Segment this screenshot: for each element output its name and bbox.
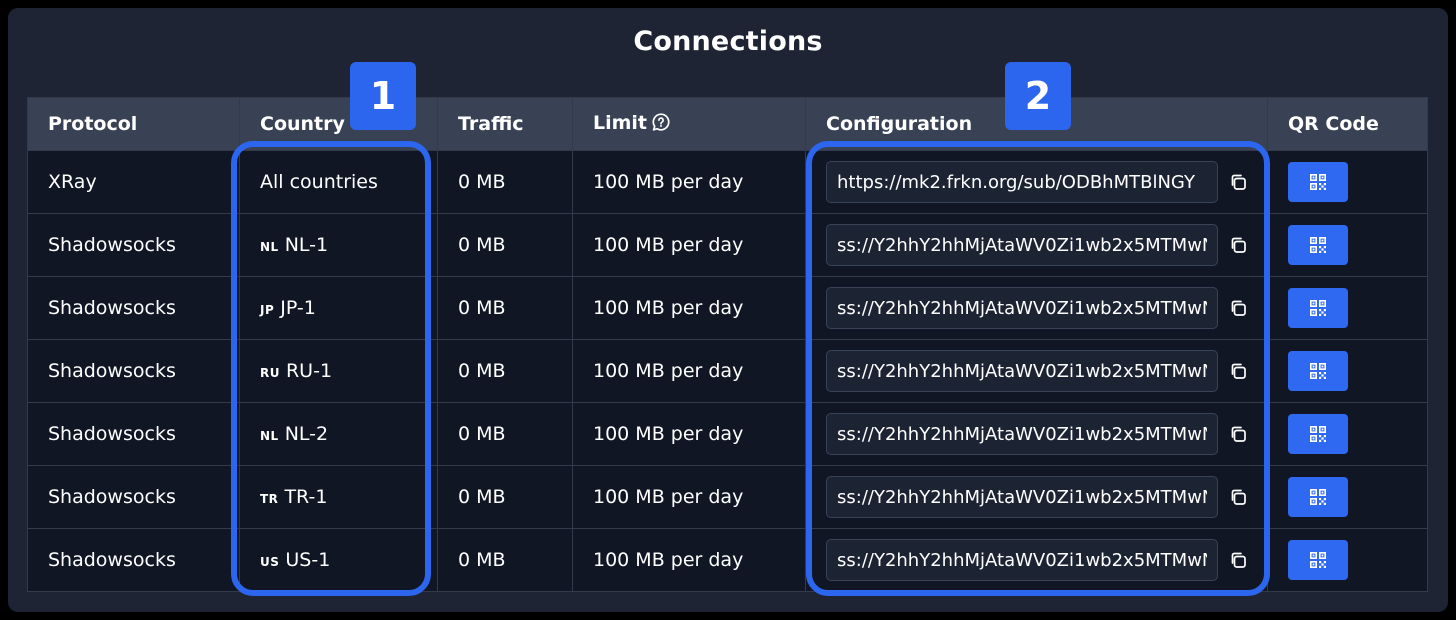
cell-qr-code [1267, 150, 1428, 214]
cell-qr-code [1267, 465, 1428, 529]
cell-protocol: Shadowsocks [27, 339, 240, 403]
qr-code-icon [1308, 550, 1328, 570]
annotation-outline-configuration [806, 141, 1270, 596]
header-protocol: Protocol [27, 97, 240, 151]
help-bubble-icon[interactable] [651, 112, 671, 137]
cell-qr-code [1267, 213, 1428, 277]
qr-code-icon [1308, 361, 1328, 381]
cell-limit: 100 MB per day [572, 465, 806, 529]
qr-code-button[interactable] [1288, 162, 1348, 202]
cell-qr-code [1267, 402, 1428, 466]
qr-code-button[interactable] [1288, 351, 1348, 391]
qr-code-icon [1308, 172, 1328, 192]
cell-qr-code [1267, 528, 1428, 592]
cell-limit: 100 MB per day [572, 276, 806, 340]
cell-qr-code [1267, 276, 1428, 340]
page-title: Connections [633, 26, 823, 57]
header-limit: Limit [572, 97, 806, 151]
cell-traffic: 0 MB [437, 276, 573, 340]
qr-code-button[interactable] [1288, 477, 1348, 517]
cell-traffic: 0 MB [437, 465, 573, 529]
annotation-badge-1: 1 [350, 62, 416, 130]
annotation-badge-2: 2 [1005, 62, 1071, 130]
cell-limit: 100 MB per day [572, 150, 806, 214]
cell-limit: 100 MB per day [572, 339, 806, 403]
qr-code-icon [1308, 298, 1328, 318]
header-traffic: Traffic [437, 97, 573, 151]
cell-traffic: 0 MB [437, 528, 573, 592]
qr-code-button[interactable] [1288, 540, 1348, 580]
cell-protocol: Shadowsocks [27, 213, 240, 277]
cell-protocol: XRay [27, 150, 240, 214]
cell-limit: 100 MB per day [572, 402, 806, 466]
qr-code-button[interactable] [1288, 288, 1348, 328]
cell-traffic: 0 MB [437, 213, 573, 277]
cell-traffic: 0 MB [437, 339, 573, 403]
cell-qr-code [1267, 339, 1428, 403]
cell-protocol: Shadowsocks [27, 402, 240, 466]
qr-code-icon [1308, 424, 1328, 444]
cell-protocol: Shadowsocks [27, 276, 240, 340]
header-qr-code: QR Code [1267, 97, 1428, 151]
cell-protocol: Shadowsocks [27, 465, 240, 529]
cell-protocol: Shadowsocks [27, 528, 240, 592]
qr-code-button[interactable] [1288, 225, 1348, 265]
cell-limit: 100 MB per day [572, 528, 806, 592]
cell-traffic: 0 MB [437, 150, 573, 214]
cell-limit: 100 MB per day [572, 213, 806, 277]
cell-traffic: 0 MB [437, 402, 573, 466]
qr-code-icon [1308, 487, 1328, 507]
qr-code-button[interactable] [1288, 414, 1348, 454]
qr-code-icon [1308, 235, 1328, 255]
annotation-outline-country [231, 141, 431, 596]
